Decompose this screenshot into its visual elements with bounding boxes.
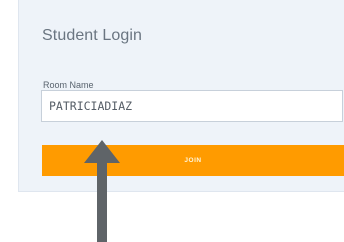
student-login-card: Student Login Room Name JOIN xyxy=(18,0,344,192)
up-arrow-icon xyxy=(84,140,120,242)
student-login-screenshot: Student Login Room Name JOIN xyxy=(0,0,344,242)
student-login-title: Student Login xyxy=(42,27,143,44)
room-name-label: Room Name xyxy=(43,80,94,90)
room-name-input[interactable] xyxy=(41,90,343,122)
